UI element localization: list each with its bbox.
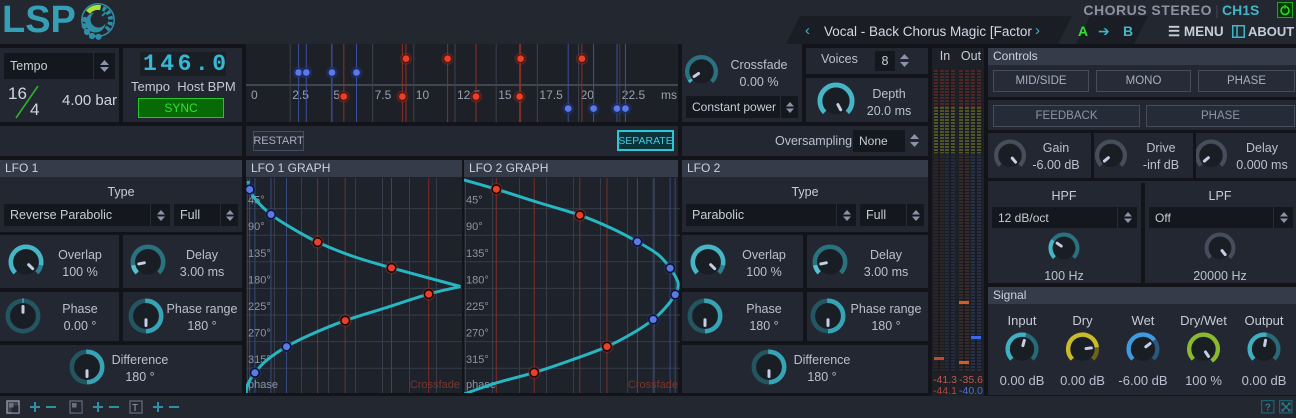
svg-text:17.5: 17.5: [539, 88, 563, 102]
svg-text:15: 15: [498, 88, 512, 102]
svg-text:135°: 135°: [466, 248, 489, 260]
svg-text:270°: 270°: [248, 328, 271, 340]
svg-text:phase: phase: [248, 379, 278, 391]
svg-text:45°: 45°: [466, 195, 483, 207]
svg-text:180°: 180°: [466, 274, 489, 286]
svg-text:270°: 270°: [466, 328, 489, 340]
svg-text:225°: 225°: [248, 301, 271, 313]
svg-text:135°: 135°: [248, 248, 271, 260]
svg-text:90°: 90°: [248, 221, 265, 233]
svg-text:0: 0: [251, 88, 258, 102]
svg-text:10: 10: [416, 88, 430, 102]
svg-text:7.5: 7.5: [375, 88, 392, 102]
svg-text:?: ?: [1265, 403, 1271, 414]
svg-text:180°: 180°: [248, 274, 271, 286]
svg-text:Crossfade: Crossfade: [628, 379, 678, 391]
svg-text:ms: ms: [661, 88, 677, 102]
svg-text:90°: 90°: [466, 221, 483, 233]
svg-text:Crossfade: Crossfade: [410, 379, 460, 391]
svg-text:T: T: [132, 403, 138, 414]
svg-text:20: 20: [581, 88, 595, 102]
svg-text:315°: 315°: [466, 354, 489, 366]
svg-text:225°: 225°: [466, 301, 489, 313]
